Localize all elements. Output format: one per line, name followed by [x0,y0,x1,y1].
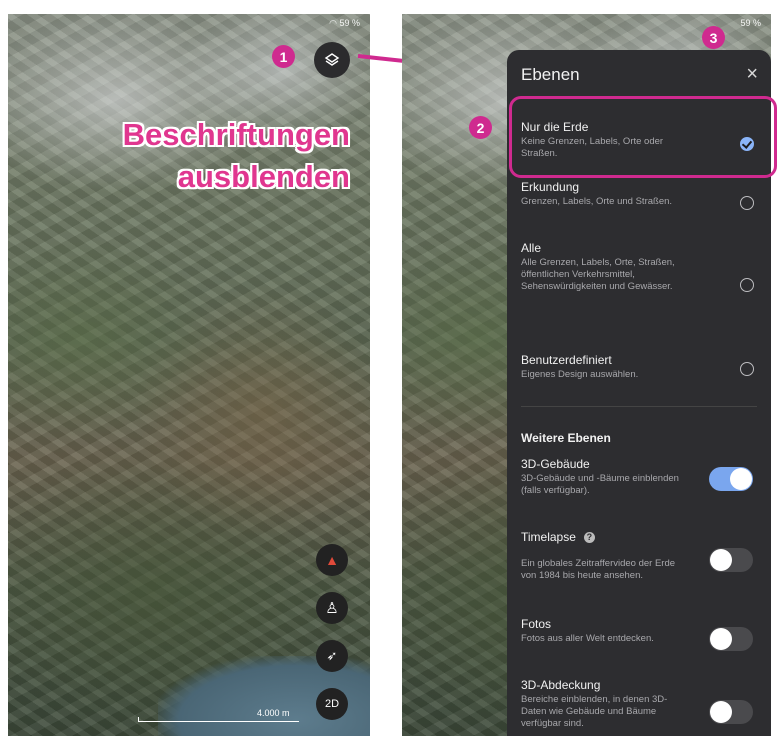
location-button[interactable]: ➶ [316,640,348,672]
toggle-knob [710,701,732,723]
toggle-fotos[interactable] [709,627,753,651]
toggle-desc: Fotos aus aller Welt entdecken. [521,633,654,644]
help-icon[interactable]: ? [583,532,595,543]
option-erkundung[interactable]: Erkundung Grenzen, Labels, Orte und Stra… [521,180,751,208]
toggle-knob [710,549,732,571]
option-desc: Alle Grenzen, Labels, Orte, Straßen, öff… [521,257,675,292]
option-desc: Eigenes Design auswählen. [521,369,639,380]
wifi-icon: ◠ [329,18,340,28]
layers-button[interactable] [314,42,350,78]
compass-button[interactable]: ▲ [316,544,348,576]
headline-line-2: ausblenden [177,159,350,194]
battery-text: 59 % [740,18,761,28]
radio-erkundung[interactable] [740,196,754,210]
option-title: Alle [521,241,542,255]
toggle-knob [730,468,752,490]
2d-label: 2D [324,698,340,710]
location-off-icon: ➶ [326,648,338,663]
headline-line-1: Beschriftungen [122,117,350,152]
toggle-desc: Bereiche einblenden, in denen 3D-Daten w… [521,694,668,729]
toggle-timelapse[interactable] [709,548,753,572]
status-bar: ◠ 59 % [329,18,360,29]
option-alle[interactable]: Alle Alle Grenzen, Labels, Orte, Straßen… [521,241,751,293]
toggle-desc: 3D-Gebäude und -Bäume einblenden (falls … [521,473,679,496]
battery-text: 59 % [339,18,360,28]
scale-label: 4.000 m [257,708,290,718]
callout-2: 2 [469,116,492,139]
compass-icon: ▲ [325,552,339,568]
radio-benutzerdefiniert[interactable] [740,362,754,376]
left-screenshot: ◠ 59 % Beschriftungen ausblenden ▲ ♙ ➶ 2… [8,14,370,736]
highlight-box [509,96,777,178]
option-title: Erkundung [521,180,580,194]
2d-button[interactable]: 2D [316,688,348,720]
pegman-icon: ♙ [325,600,339,617]
toggle-desc: Ein globales Zeitraffervideo der Erde vo… [521,558,676,581]
callout-3: 3 [702,26,725,49]
pegman-button[interactable]: ♙ [316,592,348,624]
layers-icon [324,53,340,66]
callout-1: 1 [272,45,295,68]
toggle-knob [710,628,732,650]
option-benutzerdefiniert[interactable]: Benutzerdefiniert Eigenes Design auswähl… [521,353,751,381]
toggle-3d-abdeckung[interactable] [709,700,753,724]
close-icon[interactable]: × [746,64,758,84]
radio-alle[interactable] [740,278,754,292]
section-title: Weitere Ebenen [521,431,611,445]
option-title: Benutzerdefiniert [521,353,612,367]
divider [521,406,757,407]
toggle-title: 3D-Abdeckung [521,678,601,692]
toggle-3d-gebaeude[interactable] [709,467,753,491]
panel-title: Ebenen [521,65,580,84]
status-bar: 59 % [740,18,761,28]
toggle-title: Timelapse [521,530,576,544]
option-desc: Grenzen, Labels, Orte und Straßen. [521,196,673,207]
